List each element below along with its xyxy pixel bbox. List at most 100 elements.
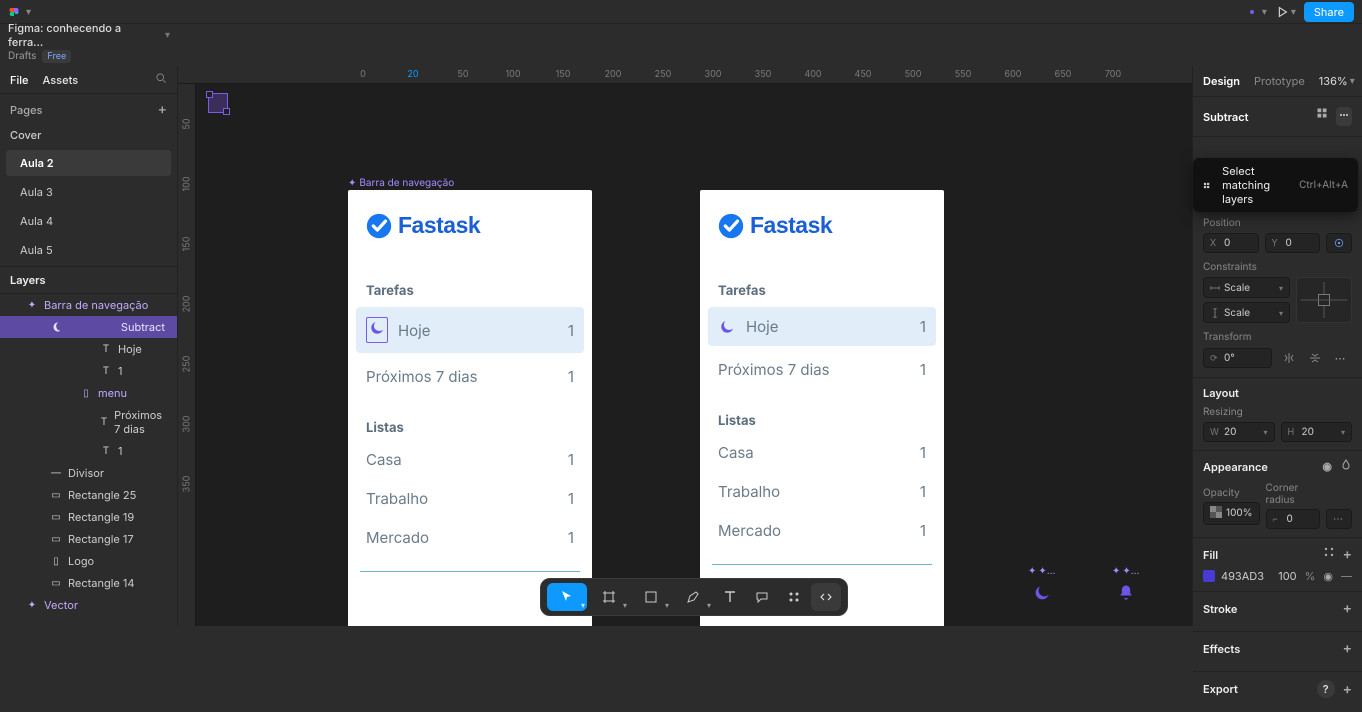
floating-component-bell[interactable]: ✦✦... (1112, 565, 1139, 603)
divider (360, 571, 580, 572)
layer-row-selected[interactable]: Subtract (0, 316, 177, 338)
layer-row[interactable]: ▭ Rectangle 19 (0, 506, 177, 528)
canvas[interactable]: 0 20 50 100 150 200 250 300 350 400 450 … (178, 66, 1192, 626)
frame-sidebar-2[interactable]: Fastask Tarefas Hoje 1 Próximos 7 dias 1… (700, 190, 944, 626)
fill-styles-icon[interactable] (1323, 546, 1335, 563)
height-field[interactable]: H20▾ (1281, 422, 1353, 442)
layer-row[interactable]: ▭ Rectangle 17 (0, 528, 177, 550)
fill-opacity[interactable]: 100 (1278, 569, 1296, 583)
position-y-field[interactable]: Y0 (1265, 233, 1321, 253)
layer-row[interactable]: ▭ Rectangle 14 (0, 572, 177, 594)
layer-label: Barra de navegação (44, 298, 148, 312)
layer-row[interactable]: ▯ Logo (0, 550, 177, 572)
blend-icon[interactable] (1340, 459, 1352, 474)
list-item-count: 1 (568, 489, 574, 508)
layer-row[interactable]: T Próximos 7 dias (0, 404, 177, 440)
tab-design[interactable]: Design (1203, 74, 1240, 88)
more-transform-button[interactable]: ⋯ (1330, 347, 1352, 369)
corner-field[interactable]: ⌐0 (1266, 509, 1320, 529)
page-cover[interactable]: Cover (0, 123, 177, 147)
tab-prototype[interactable]: Prototype (1254, 74, 1305, 88)
page-item[interactable]: Aula 4 (6, 208, 171, 234)
opacity-field[interactable]: 100% (1203, 502, 1260, 525)
resizing-label: Resizing (1203, 406, 1352, 418)
add-export-button[interactable]: + (1343, 681, 1352, 698)
list-item-label: Mercado (718, 521, 781, 540)
selected-shape-indicator (366, 317, 388, 343)
rotation-field[interactable]: ⟳0° (1203, 348, 1272, 368)
add-fill-button[interactable]: + (1343, 546, 1352, 563)
list-item[interactable]: Casa 1 (700, 433, 944, 472)
abs-position-button[interactable] (1326, 233, 1352, 253)
fill-swatch[interactable] (1203, 570, 1215, 582)
file-name-row[interactable]: Figma: conhecendo a ferra... ▾ (0, 24, 178, 46)
component-options-icon[interactable] (1316, 107, 1328, 126)
constraints-diagram[interactable] (1296, 277, 1352, 323)
nav-item-next7[interactable]: Próximos 7 dias 1 (700, 350, 944, 389)
tool-comment[interactable] (747, 583, 777, 611)
frame-icon: ▯ (50, 555, 62, 567)
flip-v-button[interactable] (1304, 347, 1326, 369)
figma-menu[interactable]: ▾ (8, 6, 186, 18)
position-x-field[interactable]: X0 (1203, 233, 1259, 253)
layer-row[interactable]: T Hoje (0, 338, 177, 360)
nav-item-next7[interactable]: Próximos 7 dias 1 (348, 357, 592, 396)
file-location-row[interactable]: Drafts Free (0, 46, 178, 66)
width-field[interactable]: W20▾ (1203, 422, 1275, 442)
list-item-count: 1 (920, 443, 926, 462)
list-item[interactable]: Trabalho 1 (348, 479, 592, 518)
zoom-level[interactable]: 136% ▾ (1319, 74, 1355, 88)
present-button[interactable]: ▾ (1275, 5, 1296, 19)
layer-row[interactable]: T 1 (0, 440, 177, 462)
visibility-icon[interactable]: ◉ (1323, 569, 1333, 583)
list-item[interactable]: Casa 1 (348, 440, 592, 479)
add-page-button[interactable]: + (158, 101, 167, 118)
tab-assets[interactable]: Assets (43, 73, 79, 87)
frame-label[interactable]: ✦ Barra de navegação (348, 177, 454, 189)
frame-sidebar-1[interactable]: Fastask Tarefas Hoje 1 Próximos 7 dias 1 (348, 190, 592, 626)
tab-file[interactable]: File (10, 73, 29, 87)
page-item[interactable]: Aula 3 (6, 179, 171, 205)
constraint-v-field[interactable]: Scale▾ (1203, 302, 1290, 323)
nav-item-today[interactable]: Hoje 1 (708, 307, 936, 346)
list-item[interactable]: Trabalho 1 (700, 472, 944, 511)
fill-hex[interactable]: 493AD3 (1221, 569, 1264, 583)
page-item[interactable]: Aula 2 (6, 150, 171, 176)
search-icon[interactable] (155, 72, 167, 87)
component-icon: ✦ (26, 299, 38, 311)
layer-row[interactable]: ▯ menu (0, 382, 177, 404)
tool-shape[interactable]: ▾ (631, 583, 671, 611)
tool-actions[interactable] (779, 583, 809, 611)
layer-row[interactable]: T 1 (0, 360, 177, 382)
page-item[interactable]: Aula 5 (6, 237, 171, 263)
list-item[interactable]: Mercado 1 (700, 511, 944, 550)
text-icon: T (100, 365, 112, 377)
add-stroke-button[interactable]: + (1343, 600, 1352, 617)
help-button[interactable]: ? (1317, 680, 1335, 698)
list-item-label: Mercado (366, 528, 429, 547)
more-appearance-button[interactable]: ⋯ (1326, 509, 1352, 529)
flip-h-button[interactable] (1278, 347, 1300, 369)
avatar[interactable] (1250, 10, 1254, 14)
tool-dev-mode[interactable] (811, 583, 841, 611)
chevron-down-icon[interactable]: ▾ (1262, 6, 1267, 18)
more-options-button[interactable] (1336, 107, 1352, 126)
nav-item-today[interactable]: Hoje 1 (356, 307, 584, 353)
share-button[interactable]: Share (1304, 2, 1354, 22)
layer-row[interactable]: ▭ Rectangle 25 (0, 484, 177, 506)
constraint-h-field[interactable]: Scale▾ (1203, 277, 1290, 298)
tool-pen[interactable]: ▾ (673, 583, 713, 611)
floating-component-moon[interactable]: ✦✦... (1028, 565, 1055, 603)
add-effect-button[interactable]: + (1343, 640, 1352, 657)
layer-row[interactable]: ✦ Barra de navegação (0, 294, 177, 316)
layer-row[interactable]: ✦ Vector (0, 594, 177, 616)
list-item[interactable]: Mercado 1 (348, 518, 592, 557)
brand-text: Fastask (398, 212, 480, 239)
visibility-icon[interactable]: ◉ (1322, 459, 1332, 474)
tool-frame[interactable]: ▾ (589, 583, 629, 611)
layer-row[interactable]: — Divisor (0, 462, 177, 484)
tool-move[interactable]: ▾ (547, 583, 587, 611)
section-title: Tarefas (348, 245, 592, 303)
tool-text[interactable] (715, 583, 745, 611)
remove-fill-button[interactable]: — (1341, 569, 1352, 583)
